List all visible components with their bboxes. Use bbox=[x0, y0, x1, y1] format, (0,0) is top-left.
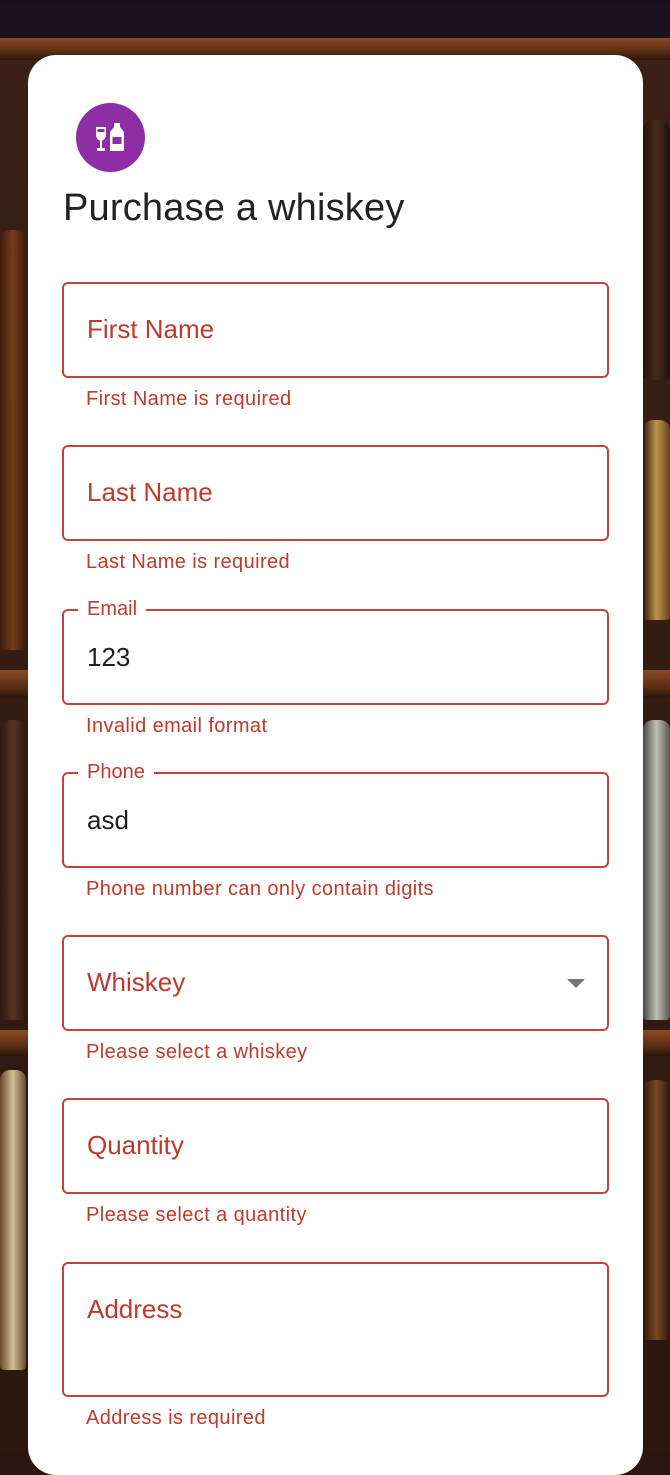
email-value: 123 bbox=[87, 642, 131, 672]
bottle bbox=[0, 720, 26, 1020]
email-field[interactable]: Email 123 bbox=[62, 597, 609, 705]
bottle bbox=[0, 1070, 26, 1370]
quantity-label: Quantity bbox=[87, 1130, 184, 1160]
bottle bbox=[0, 230, 26, 650]
chevron-down-icon[interactable] bbox=[567, 979, 585, 988]
page-title: Purchase a whiskey bbox=[63, 187, 405, 229]
address-label: Address bbox=[87, 1294, 183, 1324]
address-field[interactable]: Address bbox=[62, 1262, 609, 1397]
last-name-label: Last Name bbox=[87, 477, 213, 507]
address-error: Address is required bbox=[86, 1407, 266, 1429]
quantity-field[interactable]: Quantity bbox=[62, 1098, 609, 1194]
last-name-field[interactable]: Last Name bbox=[62, 445, 609, 541]
phone-value: asd bbox=[87, 805, 129, 835]
whiskey-error: Please select a whiskey bbox=[86, 1041, 308, 1063]
last-name-error: Last Name is required bbox=[86, 551, 291, 573]
first-name-label: First Name bbox=[87, 314, 215, 344]
bottle bbox=[643, 120, 670, 380]
phone-error: Phone number can only contain digits bbox=[86, 878, 434, 900]
bottle bbox=[643, 420, 670, 620]
quantity-error: Please select a quantity bbox=[86, 1204, 307, 1226]
first-name-error: First Name is required bbox=[86, 388, 292, 410]
phone-label: Phone bbox=[78, 760, 154, 784]
phone-field[interactable]: Phone asd bbox=[62, 760, 609, 868]
purchase-form-card: Purchase a whiskey First Name First Name… bbox=[28, 55, 643, 1475]
bottle bbox=[643, 720, 670, 1020]
bottle bbox=[643, 1080, 670, 1340]
wine-glass-bottle-icon bbox=[76, 103, 145, 172]
whiskey-select[interactable]: Whiskey bbox=[62, 935, 609, 1031]
whiskey-label: Whiskey bbox=[87, 967, 186, 997]
first-name-field[interactable]: First Name bbox=[62, 282, 609, 378]
email-error: Invalid email format bbox=[86, 715, 268, 737]
email-label: Email bbox=[78, 597, 147, 621]
